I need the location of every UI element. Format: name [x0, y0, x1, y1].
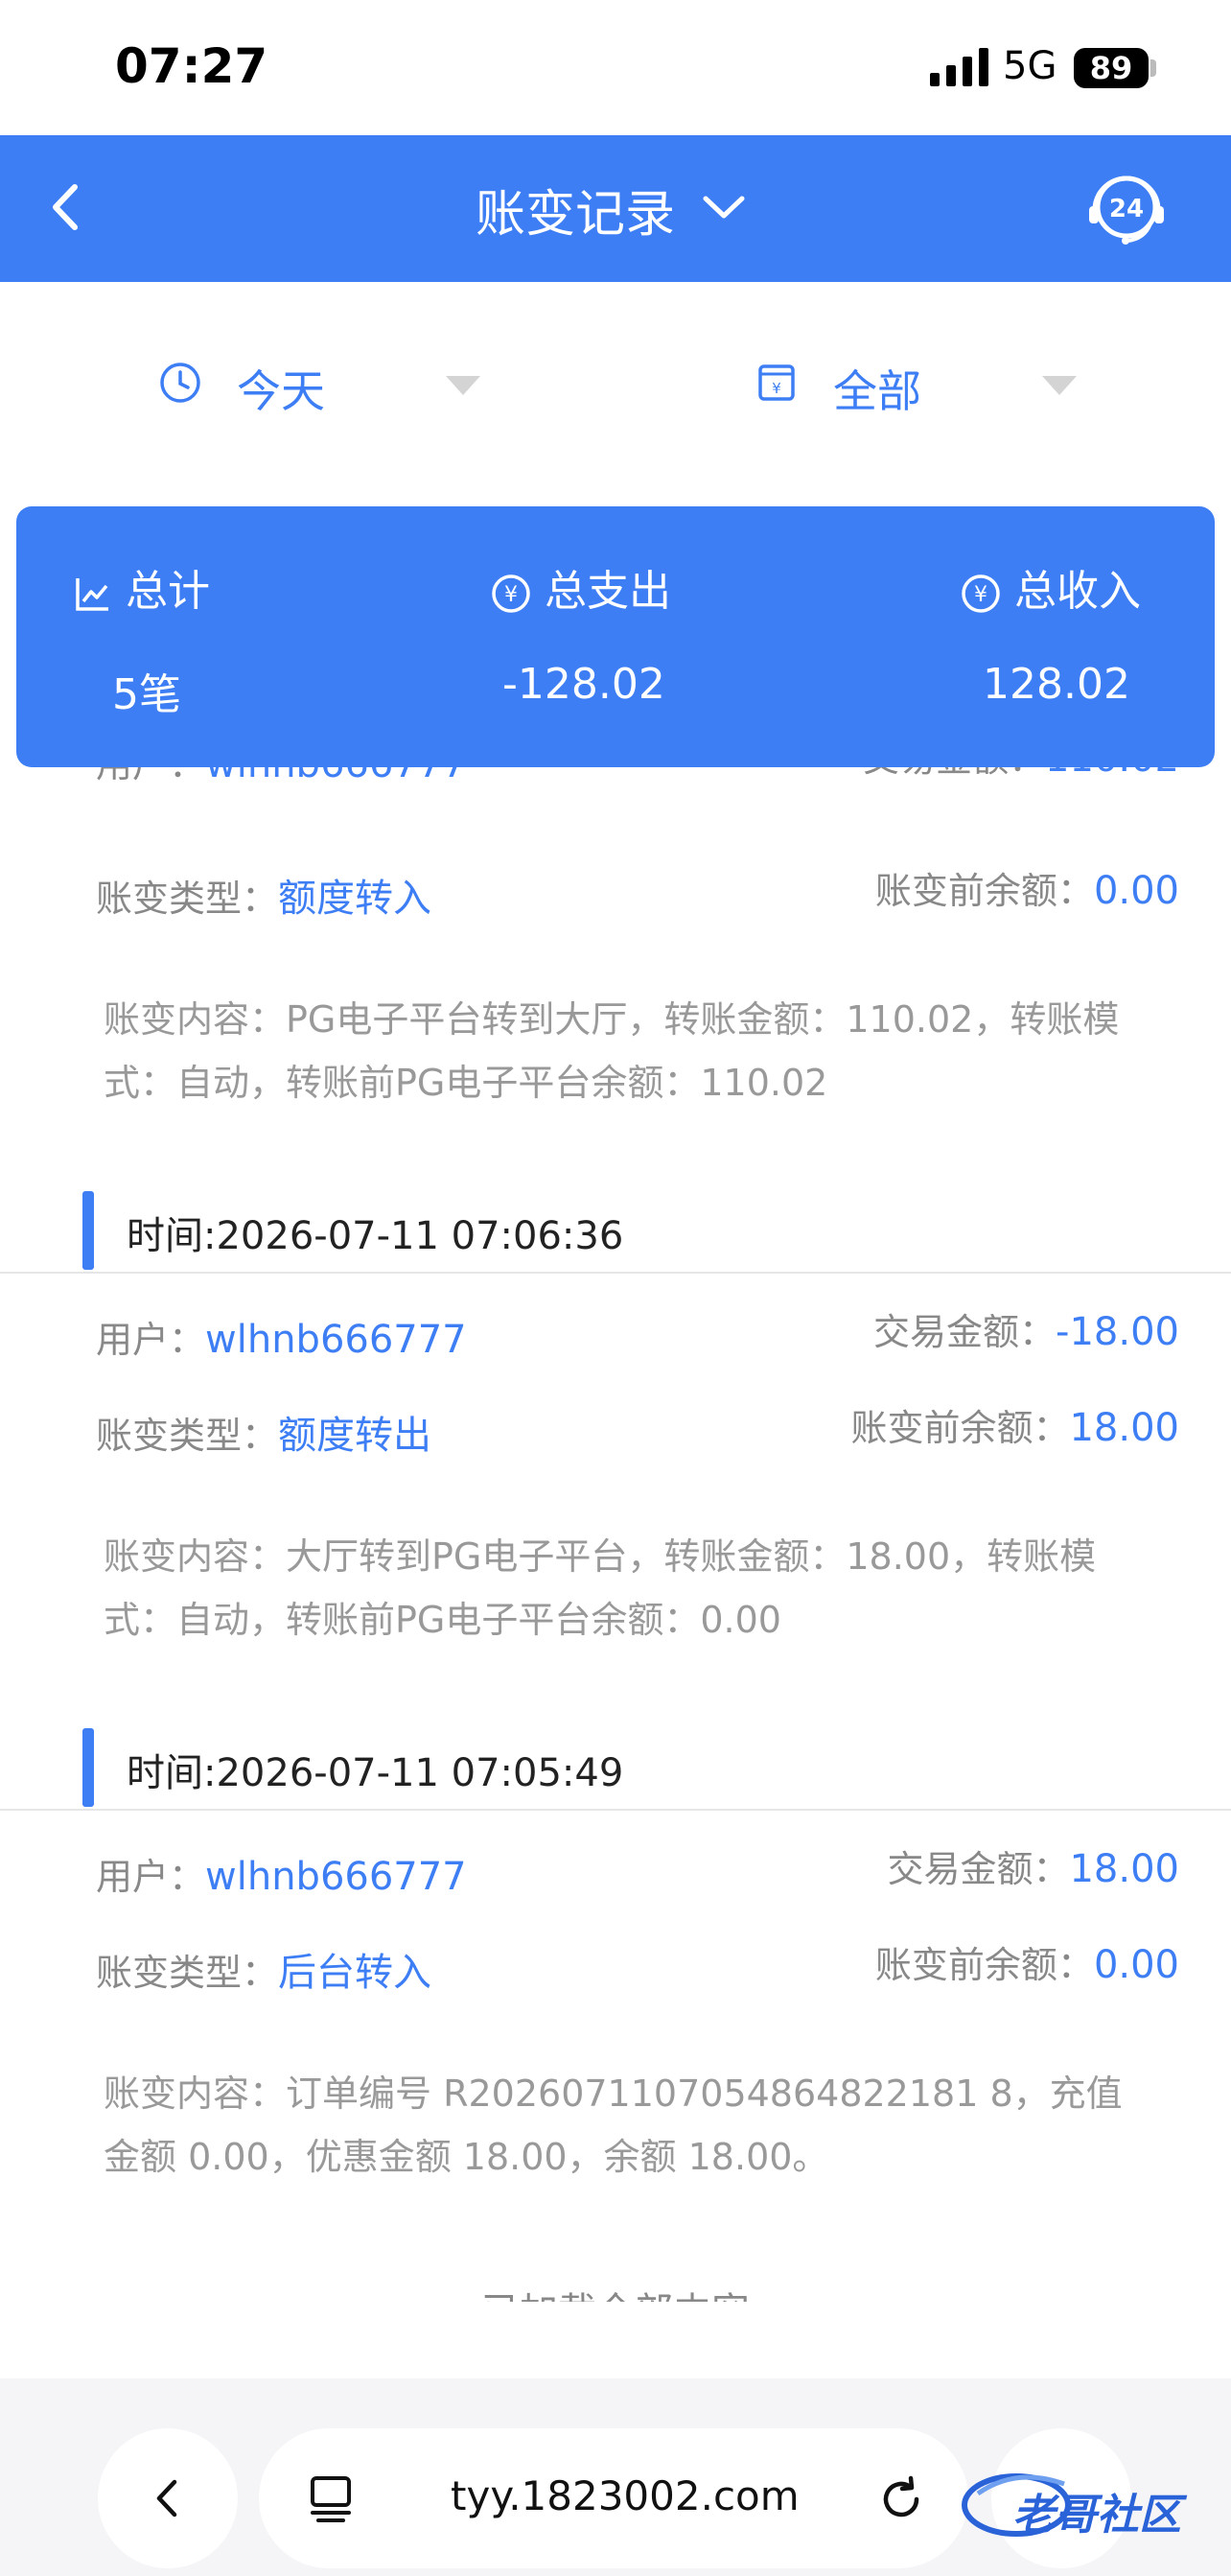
browser-back-button[interactable]	[98, 2428, 238, 2568]
expense-value: -128.02	[502, 660, 665, 709]
battery-tip	[1150, 59, 1156, 77]
record-content: 账变内容：大厅转到PG电子平台，转账金额：18.00，转账模式：自动，转账前PG…	[104, 1535, 1097, 1641]
record-before: 0.00	[1093, 1943, 1179, 1987]
trend-chart-icon	[76, 578, 108, 611]
record-before: 18.00	[1069, 1406, 1179, 1450]
record-user: wlhnb666777	[205, 767, 467, 786]
tabs-icon[interactable]	[305, 2472, 357, 2524]
reload-icon[interactable]	[872, 2471, 930, 2528]
caret-down-icon	[1042, 376, 1077, 395]
record-type-row: 账变类型：后台转入	[96, 1951, 432, 1995]
svg-text:¥: ¥	[772, 380, 781, 397]
signal-icon	[930, 48, 988, 86]
record-type: 额度转出	[278, 1414, 432, 1458]
status-bar: 07:27 5G 89	[0, 0, 1231, 135]
record-time: 时间:2026-07-11 07:05:49	[127, 1751, 624, 1795]
record-time-header: 时间:2026-07-11 07:06:36	[0, 1178, 1231, 1274]
back-arrow-icon[interactable]	[35, 174, 102, 241]
record-type: 额度转入	[278, 877, 432, 921]
chevron-down-icon[interactable]	[700, 189, 748, 227]
transaction-list[interactable]: 用户：wlhnb666777 交易金额：110.02 账变类型：额度转入 账变前…	[0, 767, 1231, 2302]
url-text: tyy.1823002.com	[451, 2472, 800, 2519]
filter-bar: 今天 ¥ 全部	[0, 282, 1231, 504]
record-user-row: 用户：wlhnb666777	[96, 1855, 467, 1899]
record-user-row: 用户：wlhnb666777	[96, 767, 467, 787]
battery-icon: 89	[1074, 48, 1149, 88]
yen-circle-icon: ¥	[492, 574, 530, 613]
record-time: 时间:2026-07-11 07:06:36	[127, 1214, 624, 1258]
income-value: 128.02	[983, 660, 1130, 709]
svg-text:¥: ¥	[974, 583, 987, 607]
time-accent-bar	[82, 1728, 94, 1807]
record-before: 0.00	[1093, 869, 1179, 913]
type-filter-label: 全部	[833, 365, 921, 417]
watermark-text: 老哥社区	[1012, 2491, 1181, 2540]
record-amount-row: 交易金额：18.00	[887, 1847, 1179, 1891]
type-filter[interactable]: ¥ 全部	[755, 349, 1080, 417]
chevron-left-icon	[156, 2479, 177, 2517]
calendar-yen-icon: ¥	[758, 364, 795, 401]
record-before-row: 账变前余额：18.00	[850, 1406, 1179, 1450]
record-before-row: 账变前余额：0.00	[874, 869, 1179, 913]
record-time-header: 时间:2026-07-11 07:05:49	[0, 1715, 1231, 1811]
record-content: 账变内容：PG电子平台转到大厅，转账金额：110.02，转账模式：自动，转账前P…	[104, 998, 1120, 1104]
record-amount: -18.00	[1056, 1310, 1179, 1354]
record-type: 后台转入	[278, 1951, 432, 1995]
time-accent-bar	[82, 1191, 94, 1270]
summary-card: 总计 5笔 ¥ 总支出 -128.02 ¥ 总收入 128.02	[16, 506, 1215, 767]
record-type-row: 账变类型：额度转入	[96, 877, 432, 921]
svg-text:24: 24	[1109, 195, 1144, 223]
all-loaded-text: 已加载全部内容	[0, 2281, 1231, 2302]
network-type: 5G	[1003, 44, 1057, 88]
record-user-row: 用户：wlhnb666777	[96, 1318, 467, 1362]
total-label: 总计	[74, 556, 210, 618]
app-header: 账变记录 24	[0, 135, 1231, 282]
yen-circle-icon: ¥	[962, 574, 1000, 613]
income-label: ¥ 总收入	[961, 556, 1141, 618]
customer-service-24h-icon[interactable]: 24	[1083, 164, 1170, 250]
page-title[interactable]: 账变记录	[476, 174, 675, 246]
record-before-row: 账变前余额：0.00	[874, 1943, 1179, 1987]
record-content: 账变内容：订单编号 R2026071107054864822181 8，充值金额…	[104, 2073, 1123, 2178]
expense-label: ¥ 总支出	[491, 556, 671, 618]
record-user: wlhnb666777	[205, 1318, 467, 1362]
svg-text:¥: ¥	[504, 583, 518, 607]
address-bar[interactable]: tyy.1823002.com	[259, 2428, 968, 2568]
total-value: 5笔	[112, 670, 181, 719]
record-type-row: 账变类型：额度转出	[96, 1414, 432, 1458]
record-amount: 18.00	[1069, 1847, 1179, 1891]
record-amount-row: 交易金额：-18.00	[873, 1310, 1179, 1354]
clock-icon	[160, 363, 200, 403]
date-filter[interactable]: 今天	[158, 349, 484, 417]
record-amount-row: 交易金额：110.02	[863, 767, 1179, 782]
status-time: 07:27	[115, 38, 268, 94]
record-amount: 110.02	[1045, 767, 1179, 781]
caret-down-icon	[446, 376, 480, 395]
record-user: wlhnb666777	[205, 1855, 467, 1899]
date-filter-label: 今天	[237, 365, 325, 417]
